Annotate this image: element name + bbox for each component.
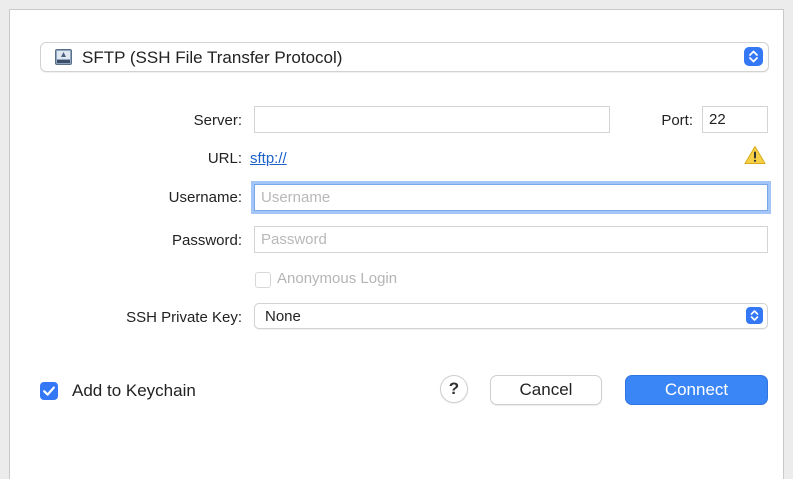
warning-triangle-icon bbox=[744, 145, 766, 165]
password-field[interactable] bbox=[254, 226, 768, 253]
protocol-popup[interactable]: SFTP (SSH File Transfer Protocol) bbox=[40, 42, 769, 72]
network-drive-icon bbox=[55, 49, 72, 65]
ssh-key-value: None bbox=[265, 308, 301, 325]
popup-stepper-icon bbox=[744, 47, 763, 66]
cancel-button[interactable]: Cancel bbox=[490, 375, 602, 405]
protocol-label: SFTP (SSH File Transfer Protocol) bbox=[82, 48, 343, 67]
help-button[interactable]: ? bbox=[440, 375, 468, 403]
anonymous-login-label: Anonymous Login bbox=[277, 270, 398, 287]
password-label: Password: bbox=[171, 232, 242, 249]
url-link[interactable]: sftp:// bbox=[250, 150, 287, 167]
server-label: Server: bbox=[193, 112, 242, 129]
server-field[interactable] bbox=[254, 106, 610, 133]
username-field[interactable] bbox=[254, 184, 768, 211]
connect-button[interactable]: Connect bbox=[625, 375, 768, 405]
add-to-keychain-label: Add to Keychain bbox=[72, 381, 196, 400]
popup-stepper-icon bbox=[746, 307, 763, 324]
add-to-keychain-checkbox[interactable] bbox=[40, 382, 58, 400]
port-field[interactable] bbox=[702, 106, 768, 133]
ssh-key-label: SSH Private Key: bbox=[126, 309, 242, 326]
username-label: Username: bbox=[168, 189, 242, 206]
port-label: Port: bbox=[661, 112, 693, 129]
url-label: URL: bbox=[207, 150, 242, 167]
ssh-key-popup[interactable]: None bbox=[254, 303, 768, 329]
anonymous-login-checkbox[interactable] bbox=[255, 272, 271, 288]
checkmark-icon bbox=[43, 386, 55, 396]
